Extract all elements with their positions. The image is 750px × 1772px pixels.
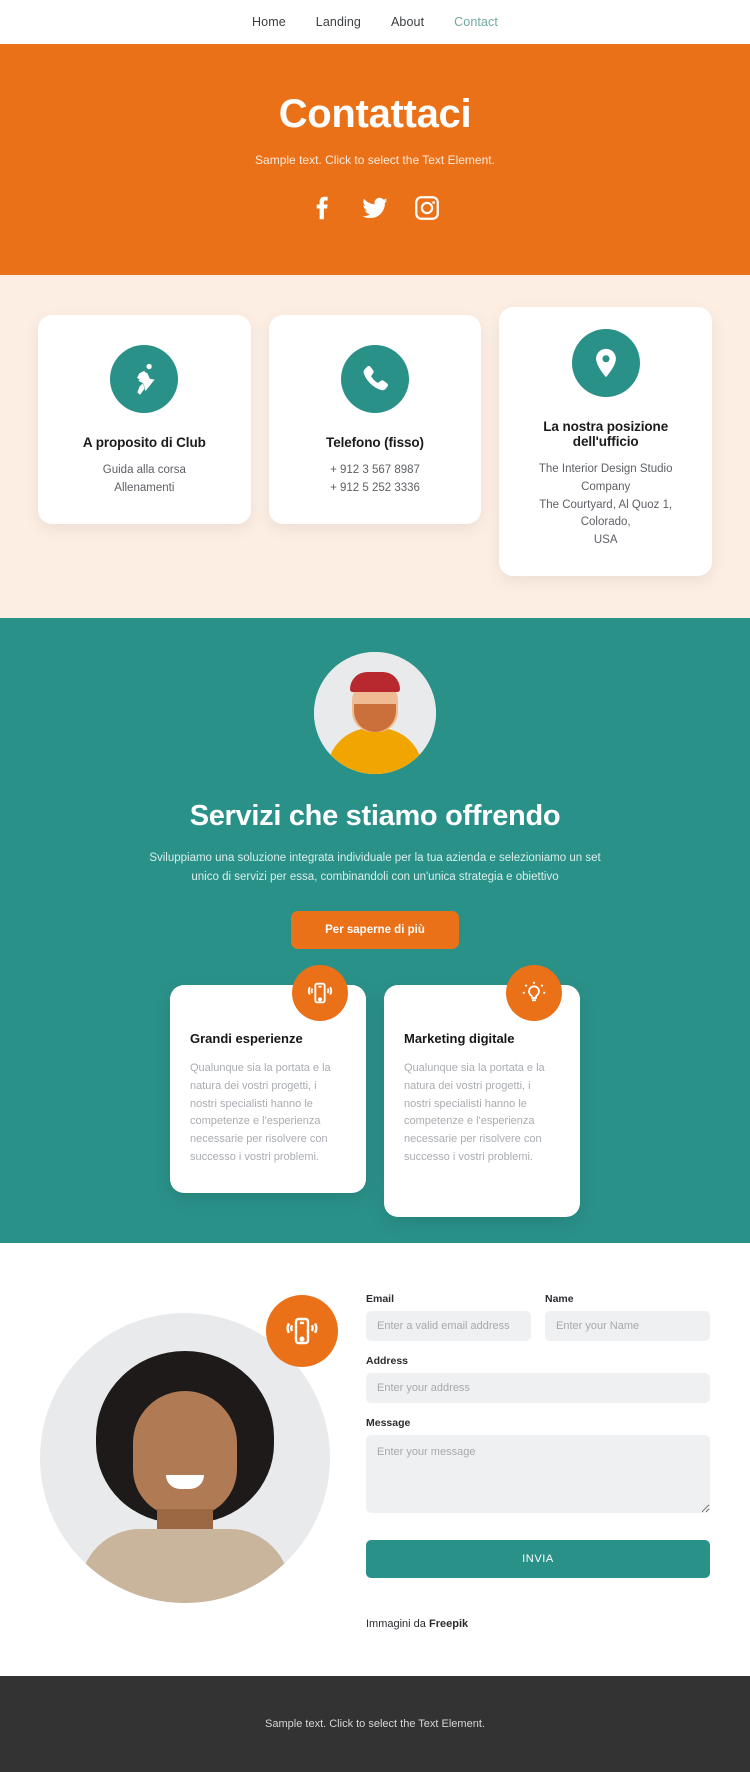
vibrating-phone-icon	[292, 965, 348, 1021]
twitter-icon[interactable]	[360, 193, 390, 223]
contact-card-line: Allenamenti	[114, 481, 175, 494]
message-label: Message	[366, 1416, 411, 1429]
contact-card-body: + 912 3 567 8987 + 912 5 252 3336	[285, 462, 466, 498]
lightbulb-icon	[506, 965, 562, 1021]
contact-card-line: + 912 5 252 3336	[330, 481, 420, 494]
contact-form-section: Email Name Address Message INVIA Immagin…	[0, 1242, 750, 1676]
contact-card-phone: Telefono (fisso) + 912 3 567 8987 + 912 …	[268, 315, 482, 524]
message-field[interactable]	[366, 1434, 710, 1513]
contact-card-club: A proposito di Club Guida alla corsa All…	[38, 315, 251, 524]
contact-card-title: A proposito di Club	[82, 435, 206, 450]
footer: Sample text. Click to select the Text El…	[0, 1675, 750, 1772]
service-card-marketing: Marketing digitale Qualunque sia la port…	[384, 965, 580, 1217]
address-field-group: Address	[366, 1355, 710, 1403]
nav-item-home[interactable]: Home	[252, 15, 286, 29]
contact-form: Email Name Address Message INVIA Immagin…	[366, 1283, 710, 1630]
submit-button[interactable]: INVIA	[366, 1539, 710, 1578]
contact-card-line: USA	[593, 534, 618, 547]
service-card-experience: Grandi esperienze Qualunque sia la porta…	[170, 965, 366, 1193]
message-field-group: Message	[366, 1417, 710, 1518]
hero-subtitle: Sample text. Click to select the Text El…	[255, 153, 495, 167]
services-section: Servizi che stiamo offrendo Sviluppiamo …	[0, 618, 750, 1243]
contact-card-line: + 912 3 567 8987	[330, 464, 420, 476]
image-credit-prefix: Immagini da	[366, 1617, 429, 1630]
contact-card-line: Guida alla corsa	[102, 464, 186, 476]
portrait-block	[40, 1283, 340, 1603]
address-field[interactable]	[366, 1372, 710, 1403]
instagram-icon[interactable]	[412, 193, 442, 223]
services-title: Servizi che stiamo offrendo	[189, 800, 561, 833]
footer-text: Sample text. Click to select the Text El…	[265, 1717, 485, 1730]
phone-icon	[341, 345, 409, 413]
name-field[interactable]	[545, 1310, 710, 1341]
email-label: Email	[366, 1292, 395, 1305]
nav-item-contact[interactable]: Contact	[454, 15, 498, 29]
mobile-ring-icon	[266, 1294, 338, 1367]
service-card-text: Qualunque sia la portata e la natura dei…	[190, 1062, 331, 1164]
contact-card-title: La nostra posizione dell'ufficio	[543, 419, 669, 449]
contact-card-body: Guida alla corsa Allenamenti	[54, 462, 235, 498]
email-field[interactable]	[366, 1310, 531, 1341]
nav-item-landing[interactable]: Landing	[316, 15, 361, 29]
top-navbar: Home Landing About Contact	[0, 0, 750, 44]
nav-item-about[interactable]: About	[391, 15, 424, 29]
address-label: Address	[366, 1354, 409, 1367]
map-pin-icon	[571, 329, 640, 397]
email-field-group: Email	[366, 1293, 531, 1341]
contact-card-line: The Interior Design Studio Company	[538, 463, 673, 493]
contact-card-line: The Courtyard, Al Quoz 1, Colorado,	[539, 498, 673, 529]
form-row-email-name: Email Name	[366, 1293, 710, 1355]
running-icon	[110, 345, 179, 413]
hero-section: Contattaci Sample text. Click to select …	[0, 44, 750, 275]
avatar	[314, 652, 436, 775]
learn-more-button[interactable]: Per saperne di più	[291, 911, 459, 949]
facebook-icon[interactable]	[308, 193, 338, 223]
contact-card-title: Telefono (fisso)	[326, 435, 424, 450]
contact-card-location: La nostra posizione dell'ufficio The Int…	[499, 307, 713, 577]
contact-cards-row: A proposito di Club Guida alla corsa All…	[38, 307, 713, 577]
name-label: Name	[545, 1292, 574, 1305]
services-description: Sviluppiamo una soluzione integrata indi…	[149, 852, 601, 884]
contact-cards-section: A proposito di Club Guida alla corsa All…	[0, 275, 750, 619]
service-card-text: Qualunque sia la portata e la natura dei…	[404, 1062, 545, 1164]
services-cards-row: Grandi esperienze Qualunque sia la porta…	[0, 949, 750, 1217]
service-card-title: Grandi esperienze	[190, 1031, 303, 1046]
name-field-group: Name	[545, 1293, 710, 1341]
image-credit-brand[interactable]: Freepik	[429, 1618, 468, 1630]
contact-card-body: The Interior Design Studio Company The C…	[515, 461, 696, 550]
image-credit: Immagini da Freepik	[366, 1618, 710, 1630]
services-bottom-spacer	[0, 1216, 750, 1243]
social-links	[0, 193, 750, 223]
page-title: Contattaci	[278, 92, 472, 136]
service-card-title: Marketing digitale	[404, 1031, 515, 1046]
